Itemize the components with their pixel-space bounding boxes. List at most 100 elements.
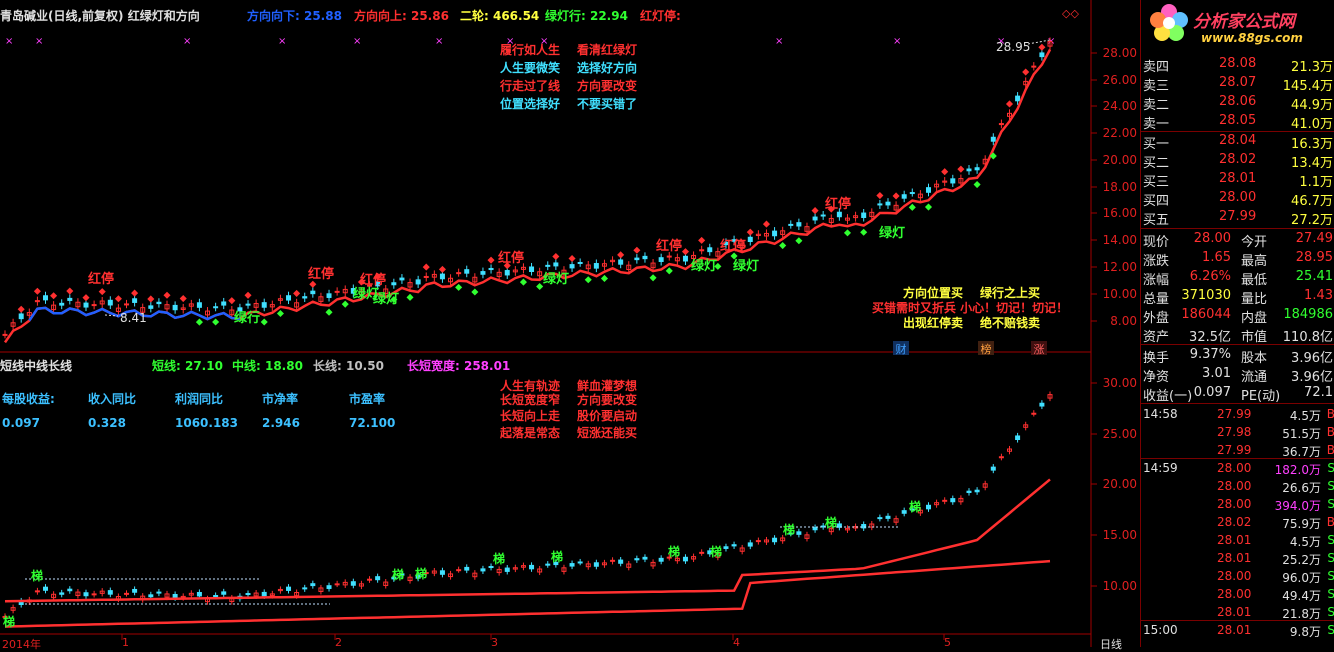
info-row: 涨跌 1.65 最高 28.95 xyxy=(1141,249,1334,269)
tick-volume: 4.5万 xyxy=(1289,409,1321,423)
marker-board[interactable]: 榜 xyxy=(978,341,994,356)
candle-body xyxy=(577,561,583,564)
green-light-dot xyxy=(649,274,657,282)
bid-row[interactable]: 买四 28.00 46.7万 xyxy=(1141,189,1334,209)
ob-price: 28.02 xyxy=(1219,152,1257,167)
green-light-dot xyxy=(843,229,852,237)
bid-row[interactable]: 买三 28.01 1.1万 xyxy=(1141,170,1334,190)
red-light-dot xyxy=(746,228,754,236)
chart-control-icon[interactable]: ◇◇ xyxy=(1062,7,1079,20)
tick-row[interactable]: 28.02 75.9万 B xyxy=(1141,514,1334,532)
tick-row[interactable]: 27.98 51.5万 B xyxy=(1141,424,1334,442)
tip-line: 出现红停卖 xyxy=(903,316,964,330)
candle-body xyxy=(788,223,794,226)
y-tick-label: 24.00 xyxy=(1102,99,1137,113)
header-second-round: 二轮: 466.54 xyxy=(460,9,540,23)
tick-row[interactable]: 14:59 28.00 182.0万 S xyxy=(1141,460,1334,478)
info-label: 股本 xyxy=(1241,351,1268,366)
chart-canvas[interactable]: × × × × × × × × × × × ×红停 红停 红停红停红停 红停红停绿灯绿灯 绿灯绿灯绿灯绿灯绿行… xyxy=(0,0,1140,647)
candle-body xyxy=(723,546,729,549)
x-axis-month: 4 xyxy=(733,636,740,649)
ob-price: 28.05 xyxy=(1219,113,1257,128)
price-low-label: 8.41 xyxy=(120,311,147,325)
candle-body xyxy=(326,293,332,298)
red-light-dot xyxy=(617,251,625,259)
tick-row[interactable]: 28.00 49.4万 S xyxy=(1141,586,1334,604)
tick-volume: 96.0万 xyxy=(1282,571,1321,585)
red-stop-label: 红停 xyxy=(656,238,682,254)
x-axis-period[interactable]: 日线 xyxy=(1100,636,1122,652)
candle-body xyxy=(334,290,340,293)
tick-row[interactable]: 28.00 26.6万 S xyxy=(1141,478,1334,496)
logo-url: www.88gs.com xyxy=(1201,31,1303,45)
tick-row[interactable]: 28.00 96.0万 S xyxy=(1141,568,1334,586)
info-label: 外盘 xyxy=(1143,311,1170,326)
info-label: 净资 xyxy=(1143,370,1170,385)
candle-body xyxy=(901,510,907,514)
red-light-dot xyxy=(876,192,884,200)
info-value: 9.37% xyxy=(1189,347,1231,362)
green-light-dot xyxy=(471,288,479,296)
candle-body xyxy=(642,255,648,260)
ask-row[interactable]: 卖一 28.05 41.0万 xyxy=(1141,112,1334,132)
ob-label: 卖四 xyxy=(1143,60,1170,75)
red-light-dot xyxy=(811,207,819,215)
red-light-dot xyxy=(82,294,90,302)
candle-body xyxy=(925,187,931,193)
poem-line: 履行如人生 xyxy=(500,43,561,57)
candle-body xyxy=(618,559,624,564)
candle-body xyxy=(156,591,162,594)
green-light-dot xyxy=(341,300,349,308)
y-tick-label: 12.00 xyxy=(1102,260,1137,274)
tick-price: 28.01 xyxy=(1217,605,1252,619)
bid-row[interactable]: 买二 28.02 13.4万 xyxy=(1141,151,1334,171)
divider xyxy=(1141,344,1334,345)
green-light-dot xyxy=(665,267,673,275)
ask-row[interactable]: 卖二 28.06 44.9万 xyxy=(1141,93,1334,113)
tick-volume: 75.9万 xyxy=(1282,517,1321,531)
ob-label: 卖三 xyxy=(1143,79,1170,94)
fin-value-eps: 0.097 xyxy=(2,416,40,430)
bid-row[interactable]: 买一 28.04 16.3万 xyxy=(1141,132,1334,152)
ask-row[interactable]: 卖四 28.08 21.3万 xyxy=(1141,55,1334,75)
candle-body xyxy=(83,302,89,308)
bid-row[interactable]: 买五 27.99 27.2万 xyxy=(1141,208,1334,228)
ob-volume: 13.4万 xyxy=(1291,156,1333,171)
top-marker: × xyxy=(353,36,361,47)
candle-body xyxy=(132,588,138,593)
candle-body xyxy=(877,517,883,520)
candle-body xyxy=(593,263,599,269)
red-light-dot xyxy=(1005,100,1014,108)
tick-row[interactable]: 28.01 4.5万 S xyxy=(1141,532,1334,550)
tick-row[interactable]: 14:58 27.99 4.5万 B xyxy=(1141,406,1334,424)
info-value: 27.49 xyxy=(1295,231,1333,246)
candle-body xyxy=(439,570,445,575)
candle-body xyxy=(83,592,89,597)
tick-row[interactable]: 15:00 28.01 9.8万 S xyxy=(1141,622,1334,640)
green-go-label: 绿行 xyxy=(234,310,260,326)
candle-body xyxy=(747,236,753,243)
chart-area[interactable]: × × × × × × × × × × × × 红停 红停 红停 红停 红停 红停 红停 绿灯 绿灯 绿灯 绿灯 绿灯 绿灯 绿行… xyxy=(0,0,1140,651)
info-label: 收益(一) xyxy=(1143,389,1193,404)
tick-row[interactable]: 28.00 394.0万 S xyxy=(1141,496,1334,514)
ladder-tag: 梯 xyxy=(825,515,837,530)
red-stop-label: 红停 xyxy=(825,196,851,212)
red-light-dot xyxy=(892,192,900,200)
candle-body xyxy=(885,201,891,206)
ladder-tag: 梯 xyxy=(909,499,921,514)
y-tick-label: 14.00 xyxy=(1102,233,1137,247)
red-light-dot xyxy=(941,168,949,176)
tick-row[interactable]: 28.01 25.2万 S xyxy=(1141,550,1334,568)
ask-row[interactable]: 卖三 28.07 145.4万 xyxy=(1141,74,1334,94)
candle-body xyxy=(34,590,40,593)
candle-body xyxy=(658,557,664,562)
fin-label-profit: 利润同比 xyxy=(175,392,224,406)
info-label: 今开 xyxy=(1241,235,1268,250)
marker-finance[interactable]: 财 xyxy=(893,341,909,356)
tick-volume: 25.2万 xyxy=(1282,553,1321,567)
green-light-dot xyxy=(779,242,787,250)
ob-label: 买四 xyxy=(1143,194,1170,209)
red-light-dot xyxy=(50,292,58,300)
marker-rise[interactable]: 涨 xyxy=(1031,341,1047,356)
quote-panel: 分析家公式网 www.88gs.com 卖四 28.08 21.3万 卖三 28.07 1… xyxy=(1140,0,1334,647)
